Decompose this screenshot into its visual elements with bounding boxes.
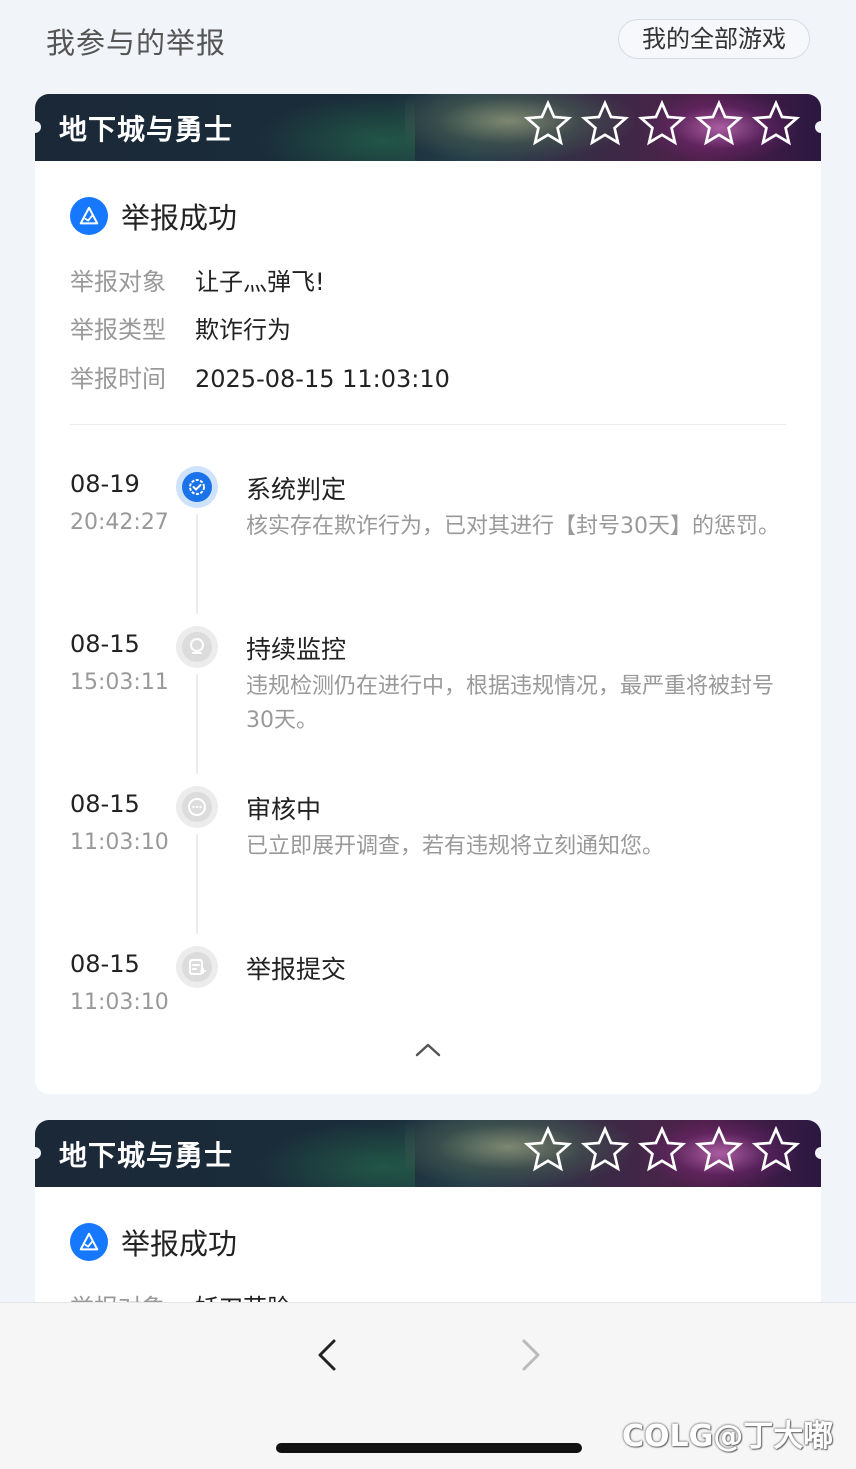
timeline-connector [196, 674, 198, 774]
info-label: 举报类型 [70, 316, 166, 344]
star-icon [523, 99, 573, 146]
star-icon [638, 1125, 687, 1172]
forward-chevron-icon[interactable] [512, 1337, 548, 1373]
report-success-icon [70, 197, 108, 235]
timeline-date: 08-15 [70, 950, 140, 978]
timeline-desc: 核实存在欺诈行为，已对其进行【封号30天】的惩罚。 [246, 514, 780, 539]
bottom-navigation-bar: COLG@丁大嘟 [0, 1302, 856, 1469]
timeline-title: 持续监控 [246, 635, 347, 664]
star-icon [580, 1125, 630, 1172]
star-icon [695, 99, 744, 146]
star-icon [638, 99, 687, 146]
banner-art [255, 94, 415, 161]
ticket-notch [35, 121, 41, 133]
watermark: COLG@丁大嘟 [622, 1419, 834, 1454]
divider [70, 424, 786, 425]
timeline-date: 08-15 [70, 630, 140, 658]
info-row-target: 举报对象 让子灬弹飞! [70, 262, 325, 297]
rating-stars [523, 1125, 803, 1179]
info-row-type: 举报类型 欺诈行为 [70, 310, 291, 345]
top-bar: 我参与的举报 我的全部游戏 [0, 0, 856, 80]
info-value: 欺诈行为 [195, 316, 291, 344]
chat-icon [176, 786, 218, 828]
timeline-title: 审核中 [246, 795, 322, 824]
ticket-notch [815, 121, 821, 133]
badge-check-icon [176, 466, 218, 508]
report-success-icon [70, 1223, 108, 1261]
ticket-notch [815, 1147, 821, 1159]
star-icon [580, 99, 630, 146]
ticket-notch [35, 1147, 41, 1159]
banner-art [255, 1120, 415, 1187]
star-icon [695, 1125, 744, 1172]
all-games-button[interactable]: 我的全部游戏 [618, 19, 810, 59]
timeline-connector [196, 514, 198, 614]
timeline-desc: 已立即展开调查，若有违规将立刻通知您。 [246, 834, 665, 859]
timeline-title: 系统判定 [246, 475, 347, 504]
game-name: 地下城与勇士 [59, 113, 234, 146]
game-name: 地下城与勇士 [59, 1139, 234, 1172]
timeline-time: 11:03:10 [70, 830, 169, 855]
timeline-time: 15:03:11 [70, 670, 169, 695]
form-add-icon [176, 946, 218, 988]
timeline-time: 20:42:27 [70, 510, 169, 535]
info-label: 举报对象 [70, 268, 166, 296]
star-icon [752, 1125, 801, 1172]
timeline-connector [196, 834, 198, 934]
status-text: 举报成功 [121, 1227, 238, 1261]
game-banner: 地下城与勇士 [35, 94, 821, 161]
page-title: 我参与的举报 [46, 26, 227, 60]
timeline-title: 举报提交 [246, 955, 347, 984]
back-chevron-icon[interactable] [310, 1337, 346, 1373]
report-card[interactable]: 地下城与勇士 举报成功 举报对象 让子灬弹飞! 举报类型 欺诈行为 举报时间 2025… [35, 94, 821, 1094]
timeline-time: 11:03:10 [70, 990, 169, 1015]
status-text: 举报成功 [121, 201, 238, 235]
game-banner: 地下城与勇士 [35, 1120, 821, 1187]
rating-stars [523, 99, 803, 153]
info-row-time: 举报时间 2025-08-15 11:03:10 [70, 359, 450, 394]
star-icon [523, 1125, 573, 1172]
info-label: 举报时间 [70, 365, 166, 393]
info-value: 2025-08-15 11:03:10 [195, 365, 450, 393]
monitor-icon [176, 626, 218, 668]
timeline-date: 08-15 [70, 790, 140, 818]
collapse-chevron-up-icon[interactable] [413, 1040, 443, 1060]
info-value: 让子灬弹飞! [195, 268, 325, 296]
timeline-desc: 违规检测仍在进行中，根据违规情况，最严重将被封号30天。 [246, 674, 775, 733]
timeline-date: 08-19 [70, 470, 140, 498]
home-indicator[interactable] [276, 1443, 582, 1453]
star-icon [752, 99, 801, 146]
